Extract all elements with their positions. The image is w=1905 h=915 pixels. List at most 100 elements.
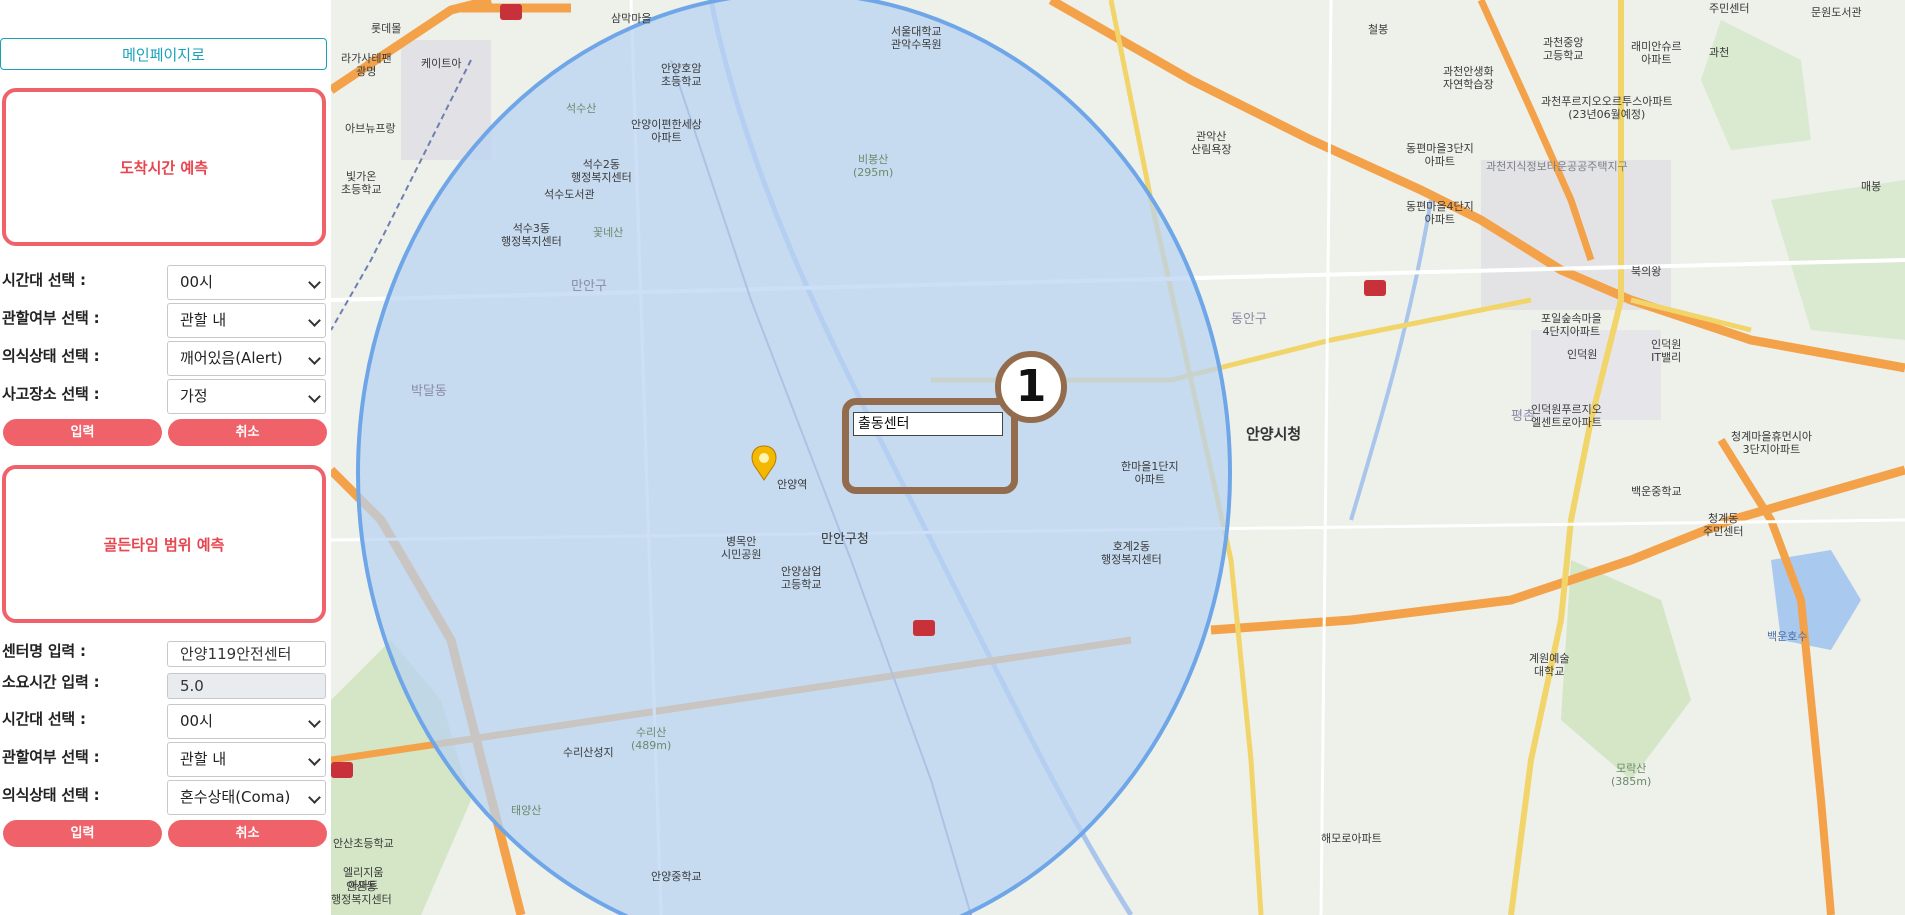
map-label: 계원예술 대학교 <box>1529 652 1570 678</box>
map-label: 동안구 <box>1231 312 1267 327</box>
map-label: 안산초등학교 <box>333 837 394 850</box>
map-label: 문원도서관 <box>1811 6 1862 19</box>
map-label: 해모로아파트 <box>1321 832 1382 845</box>
chevron-down-icon <box>308 753 321 766</box>
map-base-layer <box>331 0 1905 915</box>
map-label: 관악산 산림욕장 <box>1191 130 1232 156</box>
arrival-time-prediction-button[interactable]: 도착시간 예측 <box>2 88 326 246</box>
map-label: 꽃네산 <box>593 226 624 239</box>
map-label: 서울대학교 관악수목원 <box>891 25 942 51</box>
map-label: 석수2동 행정복지센터 <box>571 158 632 184</box>
chevron-down-icon <box>308 390 321 403</box>
map-label: 북의왕 <box>1631 265 1662 278</box>
chevron-down-icon <box>308 276 321 289</box>
map-label: 과천지식정보타운공공주택지구 <box>1486 160 1628 173</box>
map-label: 포일숲속마을 4단지아파트 <box>1541 312 1602 338</box>
map-label: 안양삼업 고등학교 <box>781 565 822 591</box>
map-label: 백운호수 <box>1767 630 1808 643</box>
consciousness-select[interactable]: 깨어있음(Alert) <box>167 341 326 376</box>
map-label: 인덕원푸르지오 엘센트로아파트 <box>1531 403 1602 429</box>
duration-label: 소요시간 입력 : <box>2 673 100 691</box>
arrival-time-prediction-label: 도착시간 예측 <box>119 158 209 177</box>
map-label: 안양중학교 <box>651 870 702 883</box>
main-page-link[interactable]: 메인페이지로 <box>0 38 327 70</box>
map-label: 병목안 시민공원 <box>721 535 762 561</box>
center-name-label: 센터명 입력 : <box>2 642 86 660</box>
map-label: 안양이편한세상 아파트 <box>631 118 702 144</box>
map-label: 석수3동 행정복지센터 <box>501 222 562 248</box>
map-label: 과천 <box>1709 46 1730 59</box>
gt-consciousness-label: 의식상태 선택 : <box>2 786 100 804</box>
map-label: 수리산성지 <box>563 746 614 759</box>
map-label: 케이트아 <box>421 57 462 70</box>
map-label: 동편마을4단지 아파트 <box>1406 200 1474 226</box>
consciousness-value: 깨어있음(Alert) <box>180 349 283 367</box>
gt-time-slot-label: 시간대 선택 : <box>2 710 86 728</box>
gt-time-slot-select[interactable]: 00시 <box>167 704 326 739</box>
map-label: 주민센터 <box>1709 2 1750 15</box>
map-label: 박달동 <box>411 384 447 399</box>
gt-jurisdiction-value: 관할 내 <box>180 750 227 768</box>
control-sidebar: 메인페이지로 도착시간 예측 시간대 선택 : 00시 관할여부 선택 : 관할… <box>0 0 331 915</box>
map-label: 인덕원 IT밸리 <box>1651 338 1682 364</box>
map-label: 비봉산 (295m) <box>853 153 894 179</box>
map-label: 만안구 <box>571 279 607 294</box>
map-label: 청계동 주민센터 <box>1703 512 1744 538</box>
map-label: 백운중학교 <box>1631 485 1682 498</box>
map-label: 호계2동 행정복지센터 <box>1101 540 1162 566</box>
chevron-down-icon <box>308 352 321 365</box>
chevron-down-icon <box>308 715 321 728</box>
golden-cancel-button[interactable]: 취소 <box>168 820 327 847</box>
highway-shield-110-icon <box>500 4 522 20</box>
chevron-down-icon <box>308 314 321 327</box>
center-name-input[interactable]: 안양119안전센터 <box>167 641 326 667</box>
map-label: 석수도서관 <box>544 188 595 201</box>
accident-place-label: 사고장소 선택 : <box>2 385 100 403</box>
map-label: 매봉 <box>1861 180 1882 193</box>
time-slot-value: 00시 <box>180 273 213 291</box>
jurisdiction-select[interactable]: 관할 내 <box>167 303 326 338</box>
gt-time-slot-value: 00시 <box>180 712 213 730</box>
golden-time-prediction-button[interactable]: 골든타임 범위 예측 <box>2 465 326 623</box>
map-label: 청계마을휴먼시아 3단지아파트 <box>1731 430 1812 456</box>
map-label: 롯데몰 <box>371 22 402 35</box>
map-label: 석수산 <box>566 102 597 115</box>
map-label: 래미안슈르 아파트 <box>1631 40 1682 66</box>
accident-place-select[interactable]: 가정 <box>167 379 326 414</box>
map-label: 삼막마을 <box>611 12 652 25</box>
arrival-cancel-button[interactable]: 취소 <box>168 419 327 446</box>
map-label: 한마을1단지 아파트 <box>1121 460 1179 486</box>
consciousness-label: 의식상태 선택 : <box>2 347 100 365</box>
map-label: 아브뉴프랑 <box>345 122 396 135</box>
map-label: 동편마을3단지 아파트 <box>1406 142 1474 168</box>
arrival-submit-button[interactable]: 입력 <box>3 419 162 446</box>
gt-jurisdiction-select[interactable]: 관할 내 <box>167 742 326 777</box>
map-label: 안양역 <box>777 478 808 491</box>
gt-jurisdiction-label: 관할여부 선택 : <box>2 748 100 766</box>
time-slot-select[interactable]: 00시 <box>167 265 326 300</box>
map-label: 안양시청 <box>1246 425 1302 443</box>
map-label: 만안구청 <box>821 532 869 547</box>
gt-consciousness-value: 혼수상태(Coma) <box>180 788 291 806</box>
map-view[interactable]: 롯데몰 라가사테팬 광명 케이트아 아브뉴프랑 빛가온 초등학교 석수산 삼막마… <box>331 0 1905 915</box>
accident-place-value: 가정 <box>180 387 208 405</box>
jurisdiction-value: 관할 내 <box>180 311 227 329</box>
gt-consciousness-select[interactable]: 혼수상태(Coma) <box>167 780 326 815</box>
golden-submit-button[interactable]: 입력 <box>3 820 162 847</box>
map-label: 과천중앙 고등학교 <box>1543 36 1584 62</box>
map-label: 라가사테팬 광명 <box>341 52 392 78</box>
map-label: 수리산 (489m) <box>631 726 672 752</box>
map-label: 빛가온 초등학교 <box>341 170 382 196</box>
duration-input[interactable]: 5.0 <box>167 673 326 699</box>
map-label: 인덕원 <box>1567 348 1598 361</box>
map-label: 태양산 <box>511 804 542 817</box>
map-label: 과천안생화 자연학습장 <box>1443 65 1494 91</box>
dispatch-center-label[interactable]: 출동센터 <box>853 412 1003 436</box>
jurisdiction-label: 관할여부 선택 : <box>2 309 100 327</box>
golden-time-prediction-label: 골든타임 범위 예측 <box>103 535 225 554</box>
step-number-badge: 1 <box>995 351 1067 423</box>
map-label: 철봉 <box>1368 23 1389 36</box>
map-label: 안산동 행정복지센터 <box>331 880 392 906</box>
map-label: 안양호암 초등학교 <box>661 62 702 88</box>
time-slot-label: 시간대 선택 : <box>2 271 86 289</box>
